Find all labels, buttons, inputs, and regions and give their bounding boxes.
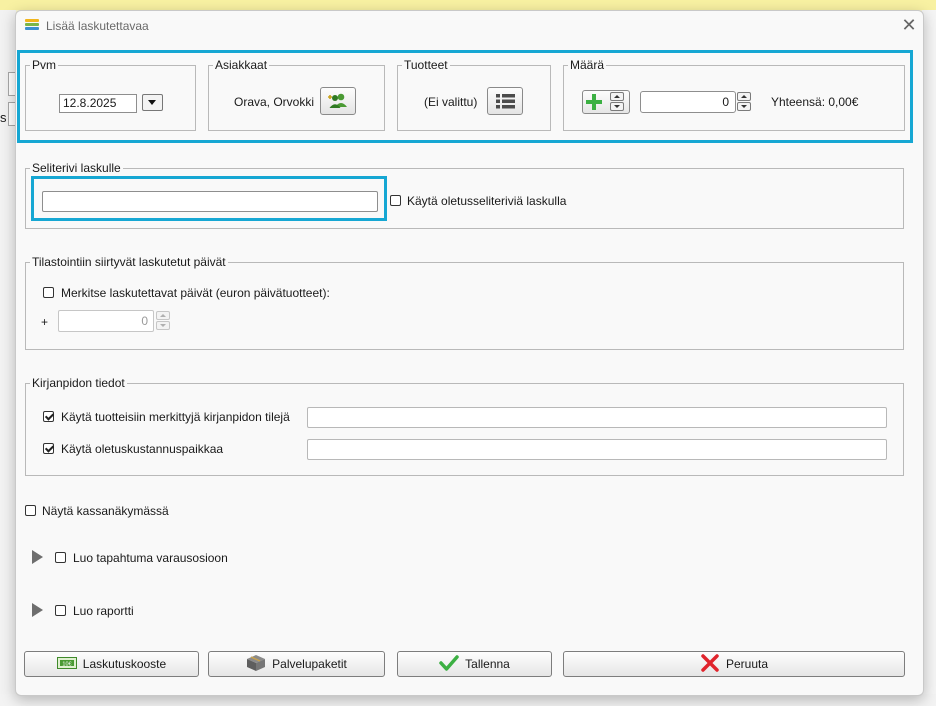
show-in-pos-label: Näytä kassanäkymässä [42, 504, 169, 518]
default-selite-label: Käytä oletusseliteriviä laskulla [407, 194, 567, 208]
create-event-checkbox[interactable] [55, 552, 66, 563]
selected-product: (Ei valittu) [424, 95, 478, 109]
costcenter-field[interactable] [307, 439, 887, 460]
mark-days-label: Merkitse laskutettavat päivät (euron päi… [61, 286, 330, 300]
cancel-label: Peruuta [725, 657, 769, 671]
select-customer-button[interactable] [320, 87, 356, 115]
plus-icon [586, 94, 602, 110]
selected-customer: Orava, Orvokki [234, 95, 315, 109]
svg-text:10€: 10€ [62, 661, 71, 667]
dialog-titlebar: Lisää laskutettavaa ✕ [16, 11, 923, 41]
background-partial-text: s [0, 110, 7, 125]
use-default-costcenter-checkbox[interactable] [43, 443, 54, 454]
use-product-accounts-checkbox[interactable] [43, 411, 54, 422]
laskutuskooste-button[interactable]: 10€ Laskutuskooste [24, 651, 199, 677]
background-app-left: s [0, 10, 17, 706]
quantity-spinner[interactable] [737, 92, 751, 112]
date-dropdown-button[interactable] [142, 94, 163, 111]
mark-days-checkbox[interactable] [43, 287, 54, 298]
close-icon[interactable]: ✕ [899, 15, 919, 35]
pvm-legend: Pvm [32, 58, 56, 72]
accounts-field[interactable] [307, 407, 887, 428]
days-spinner[interactable] [156, 311, 170, 331]
selite-legend: Seliterivi laskulle [32, 161, 121, 175]
select-product-button[interactable] [487, 87, 523, 115]
cancel-button[interactable]: Peruuta [563, 651, 905, 677]
save-button[interactable]: Tallenna [397, 651, 552, 677]
quantity-add-spinner[interactable] [610, 92, 624, 112]
create-event-label: Luo tapahtuma varausosioon [73, 551, 228, 565]
expand-event-icon[interactable] [32, 550, 43, 564]
days-input[interactable]: 0 [58, 310, 154, 332]
palvelupaketit-label: Palvelupaketit [272, 657, 347, 671]
use-default-costcenter-label: Käytä oletuskustannuspaikkaa [61, 442, 224, 456]
expand-report-icon[interactable] [32, 603, 43, 617]
background-window-strip [0, 0, 936, 10]
create-report-label: Luo raportti [73, 604, 134, 618]
palvelupaketit-button[interactable]: Palvelupaketit [208, 651, 385, 677]
tuotteet-legend: Tuotteet [404, 58, 448, 72]
selite-input[interactable] [42, 191, 378, 212]
quantity-add-control[interactable] [582, 90, 630, 114]
use-product-accounts-label: Käytä tuotteisiin merkittyjä kirjanpidon… [61, 410, 290, 424]
show-in-pos-checkbox[interactable] [25, 505, 36, 516]
tilastointi-legend: Tilastointiin siirtyvät laskutetut päivä… [32, 255, 226, 269]
date-input[interactable]: 12.8.2025 [59, 94, 137, 113]
dialog-title: Lisää laskutettavaa [46, 19, 149, 33]
chevron-down-icon [148, 100, 156, 105]
background-app-right [922, 10, 936, 706]
plus-sign: + [41, 315, 49, 329]
close-x-icon [700, 653, 720, 675]
checkmark-icon [439, 654, 459, 675]
app-icon [25, 19, 39, 33]
total-amount: Yhteensä: 0,00€ [771, 95, 859, 109]
tilastointi-group: Tilastointiin siirtyvät laskutetut päivä… [25, 255, 904, 350]
default-selite-checkbox[interactable] [390, 195, 401, 206]
save-label: Tallenna [465, 657, 510, 671]
list-icon [496, 94, 515, 109]
quantity-input[interactable]: 0 [640, 91, 736, 113]
asiakkaat-legend: Asiakkaat [215, 58, 268, 72]
package-box-icon [246, 654, 266, 675]
laskutuskooste-label: Laskutuskooste [82, 657, 167, 671]
add-customer-icon [328, 93, 347, 108]
kirjanpito-legend: Kirjanpidon tiedot [32, 376, 125, 390]
invoice-summary-icon: 10€ [56, 656, 77, 672]
create-report-checkbox[interactable] [55, 605, 66, 616]
maara-legend: Määrä [570, 58, 605, 72]
add-billable-dialog: Lisää laskutettavaa ✕ Pvm 12.8.2025 Asia… [15, 10, 924, 696]
